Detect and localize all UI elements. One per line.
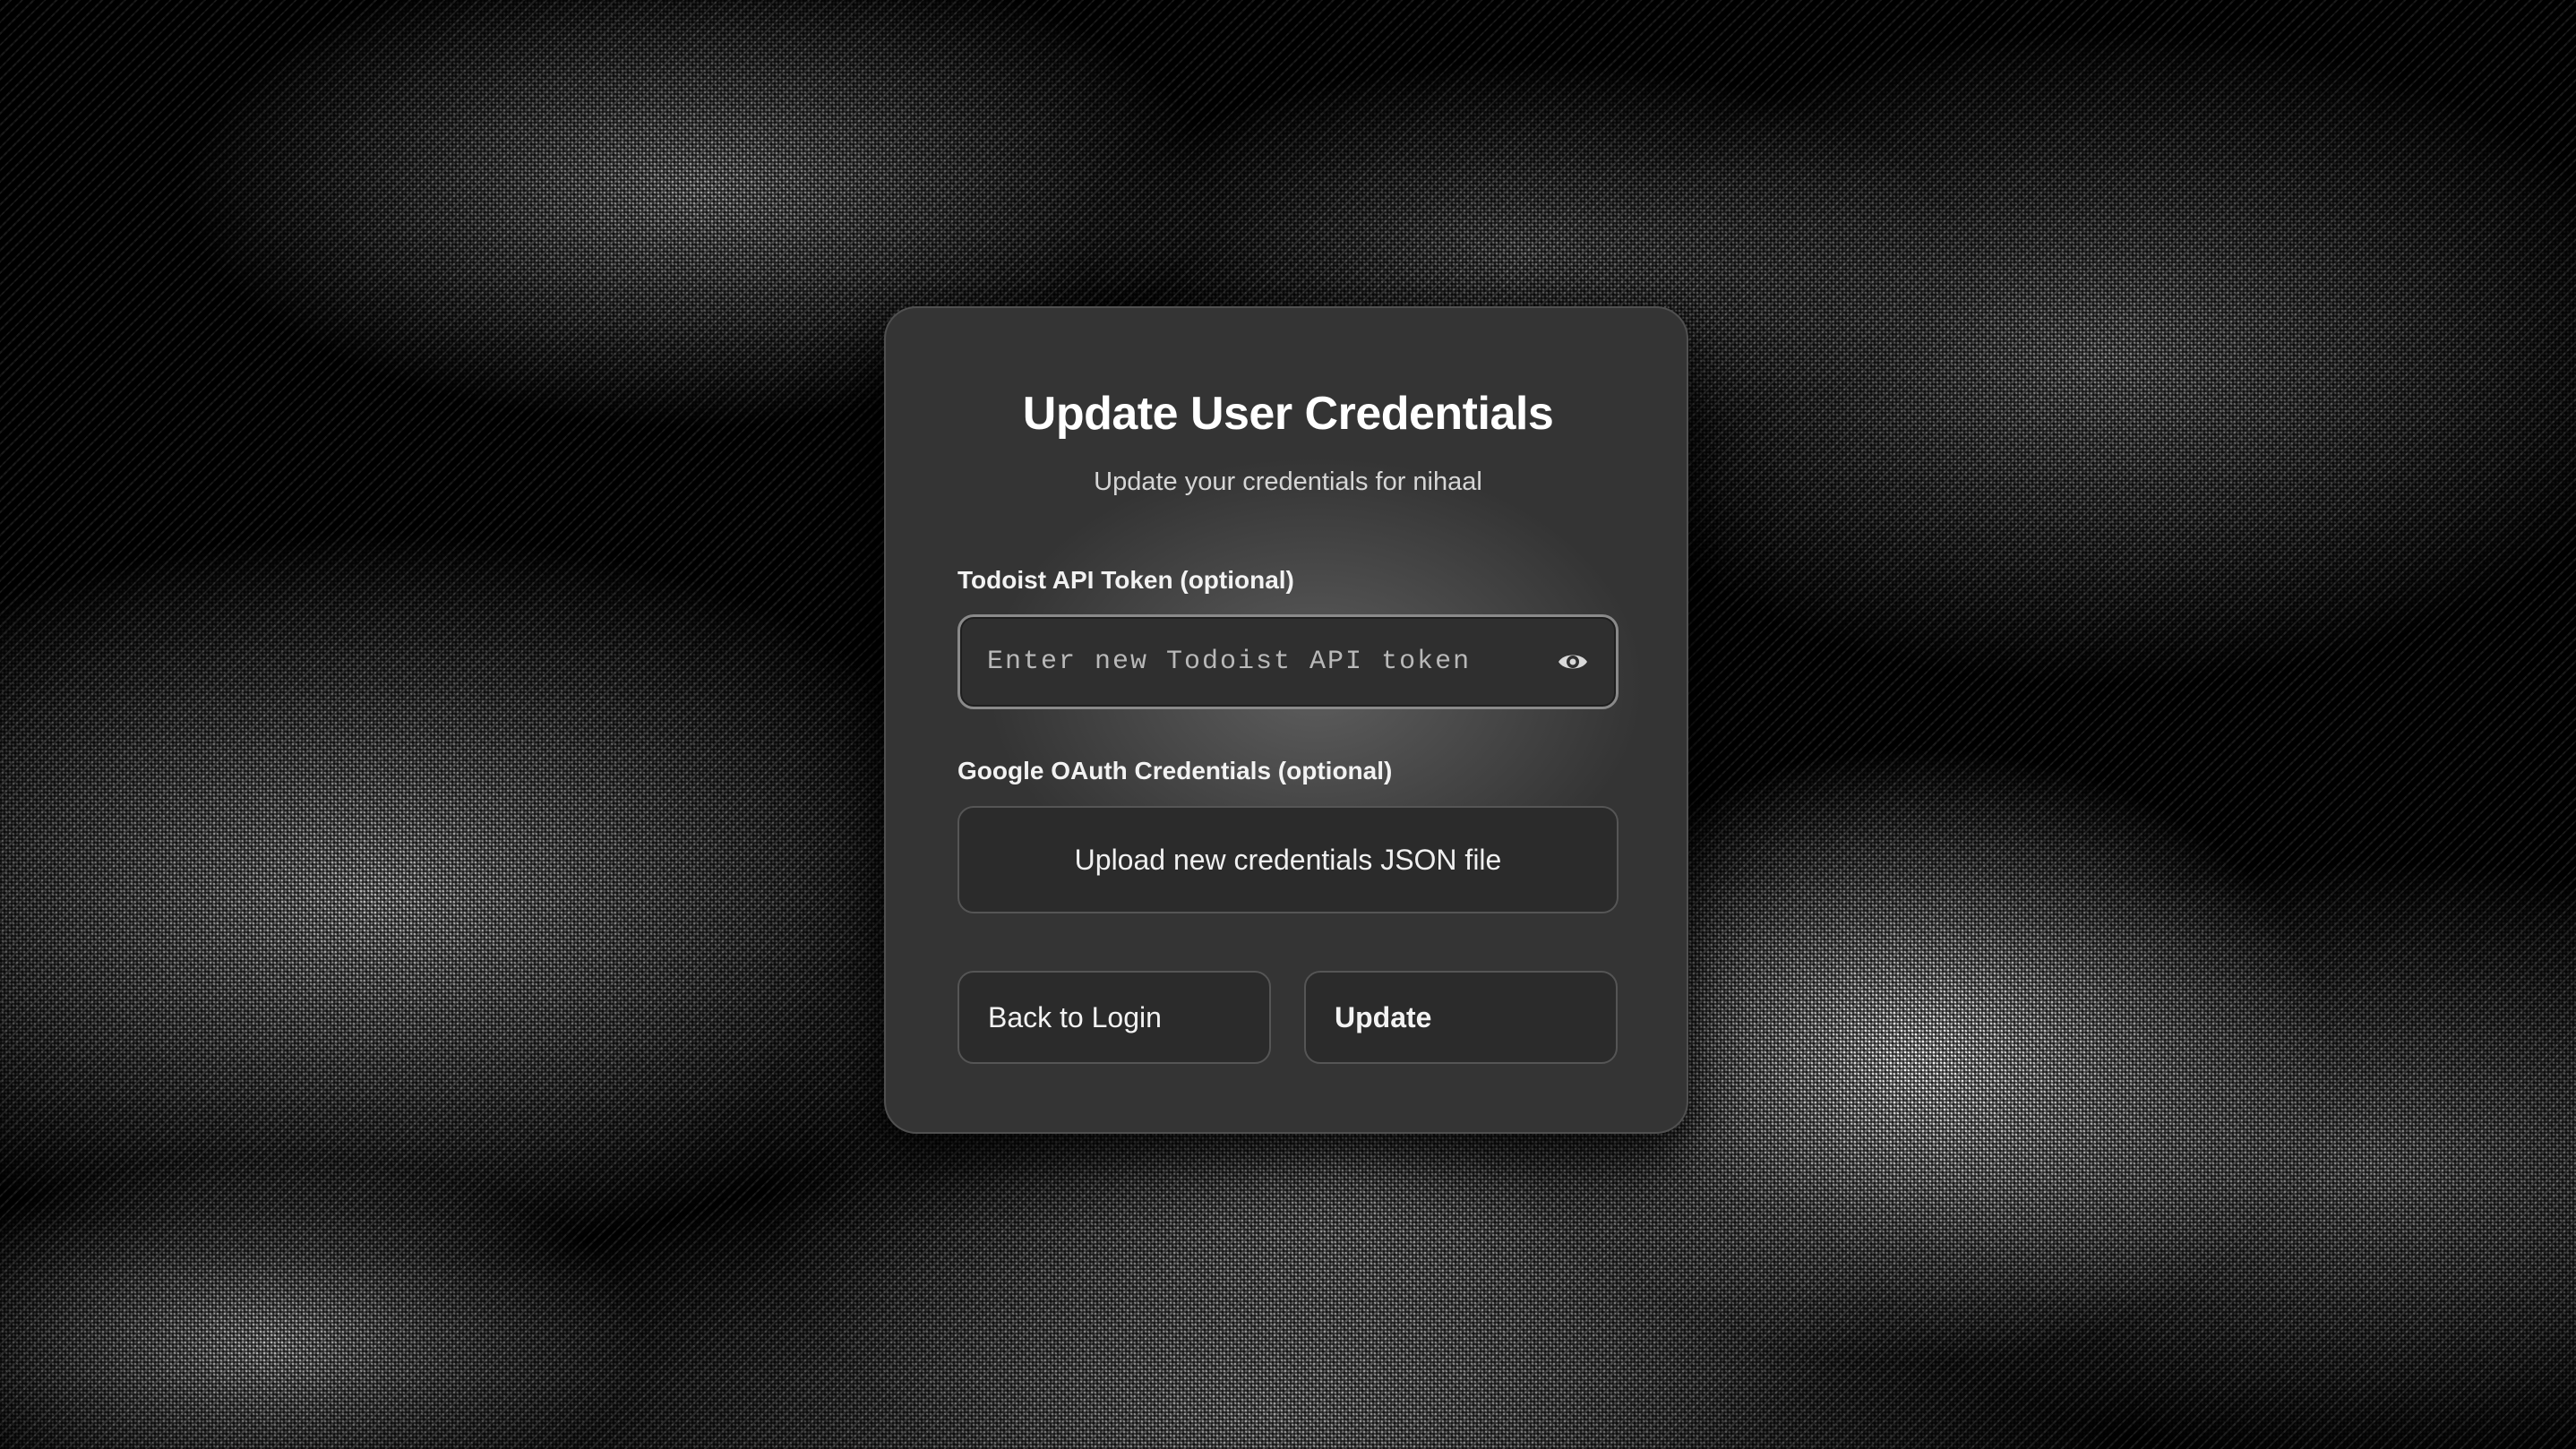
- todoist-token-label: Todoist API Token (optional): [957, 566, 1294, 594]
- back-to-login-label: Back to Login: [988, 1000, 1162, 1033]
- upload-credentials-button[interactable]: Upload new credentials JSON file: [957, 806, 1619, 913]
- page-title: Update User Credentials: [1022, 388, 1554, 440]
- page-subtitle: Update your credentials for nihaal: [1094, 467, 1482, 496]
- eye-icon[interactable]: [1557, 646, 1589, 678]
- upload-credentials-label: Upload new credentials JSON file: [1074, 843, 1502, 876]
- todoist-token-field[interactable]: [957, 614, 1619, 709]
- update-button[interactable]: Update: [1304, 971, 1618, 1064]
- update-label: Update: [1335, 1000, 1432, 1033]
- todoist-token-input[interactable]: [987, 617, 1524, 707]
- google-oauth-label: Google OAuth Credentials (optional): [957, 757, 1393, 785]
- back-to-login-button[interactable]: Back to Login: [957, 971, 1271, 1064]
- credentials-card: Update User Credentials Update your cred…: [884, 306, 1688, 1134]
